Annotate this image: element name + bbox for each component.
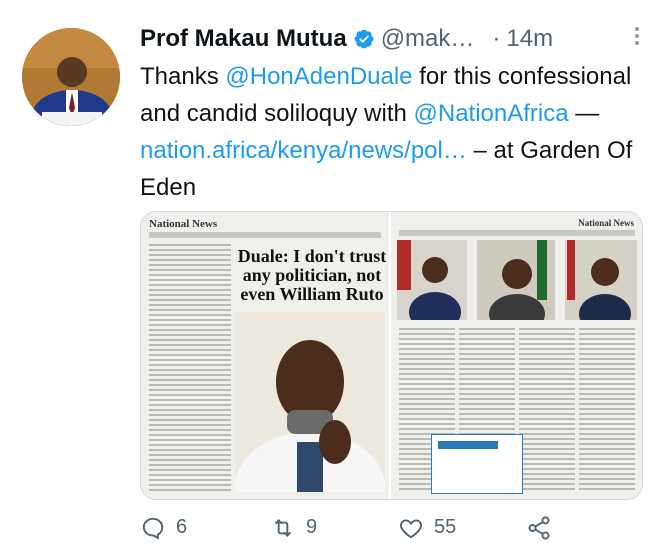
sidebar-box <box>431 434 523 494</box>
share-icon <box>528 515 550 540</box>
article-headline: Duale: I don't trust any politician, not… <box>237 246 387 304</box>
subhead-bar <box>399 230 635 236</box>
reply-count: 6 <box>176 516 188 538</box>
author-handle[interactable]: @mak… <box>381 25 475 53</box>
mention-link[interactable]: @NationAfrica <box>414 100 569 127</box>
like-count: 55 <box>434 516 457 538</box>
news-photo <box>397 240 467 332</box>
retweet-count: 9 <box>306 516 318 538</box>
news-photo <box>477 240 555 334</box>
newspaper-page-left[interactable]: National News Duale: I don't trust any p… <box>141 212 391 499</box>
share-button[interactable] <box>526 515 562 541</box>
tweet-header: Prof Makau Mutua @mak… · 14m <box>140 22 642 56</box>
avatar-image <box>22 28 120 126</box>
mention-link[interactable]: @HonAdenDuale <box>225 63 412 90</box>
subhead-bar <box>149 232 381 238</box>
more-options-icon[interactable] <box>632 24 642 52</box>
masthead-right: National News <box>578 218 634 228</box>
retweet-button[interactable]: 9 <box>270 515 398 541</box>
action-bar: 6 9 55 <box>140 512 660 543</box>
like-icon <box>400 518 422 538</box>
media-attachment[interactable]: National News Duale: I don't trust any p… <box>140 211 643 500</box>
news-photo <box>565 240 637 334</box>
like-button[interactable]: 55 <box>398 515 526 541</box>
text-part: — <box>568 100 600 127</box>
reply-button[interactable]: 6 <box>140 515 270 541</box>
avatar[interactable] <box>22 28 120 126</box>
text-column <box>519 328 575 493</box>
author-name[interactable]: Prof Makau Mutua <box>140 25 347 53</box>
portrait-photo <box>235 312 385 499</box>
text-column <box>149 444 231 494</box>
url-link[interactable]: nation.africa/kenya/news/pol… <box>140 137 467 164</box>
text-part: Thanks <box>140 63 226 90</box>
verified-badge-icon <box>354 29 374 49</box>
text-column <box>579 328 635 493</box>
newspaper-page-right[interactable]: National News <box>391 212 642 499</box>
separator-dot: · <box>492 25 501 52</box>
masthead-left: National News <box>149 218 218 230</box>
reply-icon <box>142 517 164 540</box>
tweet-text: Thanks @HonAdenDuale for this confession… <box>140 58 645 206</box>
retweet-icon <box>274 518 292 537</box>
timestamp[interactable]: 14m <box>506 25 553 53</box>
